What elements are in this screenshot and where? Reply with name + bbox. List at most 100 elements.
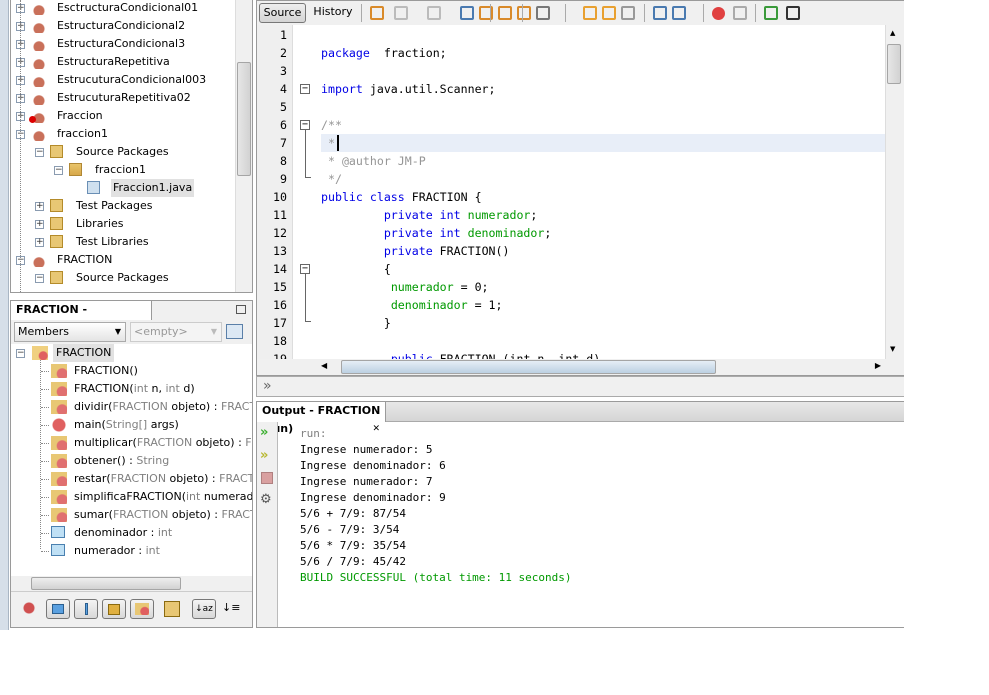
filter-static-button[interactable] <box>74 599 98 619</box>
projects-scrollbar[interactable] <box>235 0 252 292</box>
project-tree-item[interactable]: − Source Packages <box>11 143 235 161</box>
history-tab[interactable]: History <box>309 3 357 23</box>
navigator-member[interactable]: sumar(FRACTION objeto) : FRACTION <box>11 506 252 524</box>
back-icon[interactable] <box>370 6 384 20</box>
comment-icon[interactable] <box>764 6 778 20</box>
navigator-member[interactable]: simplificaFRACTION(int numerador, int <box>11 488 252 506</box>
navigator-hscrollbar[interactable] <box>11 576 252 591</box>
project-tree-item[interactable]: − Source Packages <box>11 269 235 287</box>
scroll-right-icon[interactable]: ▶ <box>875 361 881 370</box>
toggle-highlight-icon[interactable] <box>517 6 531 20</box>
editor-hscrollbar[interactable]: ◀ ▶ <box>321 359 885 375</box>
find-next-icon[interactable] <box>498 6 512 20</box>
code-line[interactable]: package fraction; <box>321 44 447 62</box>
expand-icon[interactable]: + <box>35 238 44 247</box>
project-tree-item[interactable]: + EstructuraRepetitiva <box>11 53 235 71</box>
scroll-left-icon[interactable]: ◀ <box>321 361 327 370</box>
breadcrumb-chevron-icon[interactable]: » <box>263 378 272 394</box>
expand-icon[interactable]: + <box>35 202 44 211</box>
filter-fields-button[interactable] <box>46 599 70 619</box>
navigator-member[interactable]: restar(FRACTION objeto) : FRACTION <box>11 470 252 488</box>
navigator-member[interactable]: numerador : int <box>11 542 252 560</box>
stop-macro-icon[interactable] <box>733 6 747 20</box>
navigator-member[interactable]: FRACTION() <box>11 362 252 380</box>
project-tree-item[interactable]: + Test Packages <box>11 197 235 215</box>
sort-source-icon[interactable]: ↓≡ <box>222 601 240 614</box>
find-icon[interactable] <box>460 6 474 20</box>
code-line[interactable]: denominador = 1; <box>321 296 503 314</box>
code-line[interactable]: private int denominador; <box>321 224 552 242</box>
navigator-member[interactable]: multiplicar(FRACTION objeto) : FRACTION <box>11 434 252 452</box>
scroll-up-icon[interactable]: ▲ <box>890 29 895 37</box>
collapse-icon[interactable]: − <box>16 349 25 358</box>
fold-toggle-icon[interactable]: − <box>300 264 310 274</box>
filter-inner-button[interactable] <box>130 599 154 619</box>
scroll-thumb[interactable] <box>887 44 901 84</box>
shift-left-icon[interactable] <box>653 6 667 20</box>
code-line[interactable]: public FRACTION (int n, int d) <box>321 350 600 359</box>
navigator-tab[interactable]: FRACTION - Navigator✕ <box>10 300 152 334</box>
next-bookmark-icon[interactable] <box>602 6 616 20</box>
project-tree-item[interactable]: + Fraccion <box>11 107 235 125</box>
uncomment-icon[interactable] <box>786 6 800 20</box>
toggle-rect-select-icon[interactable] <box>536 6 550 20</box>
scroll-thumb[interactable] <box>31 577 181 590</box>
output-tab[interactable]: Output - FRACTION (run)✕ <box>256 401 386 435</box>
collapse-icon[interactable]: − <box>35 274 44 283</box>
project-tree-item[interactable]: + EstrucuturaCondicional003 <box>11 71 235 89</box>
project-tree-item[interactable]: − fraccion1 <box>11 125 235 143</box>
code-line[interactable]: private int numerador; <box>321 206 538 224</box>
code-line[interactable]: public class FRACTION { <box>321 188 482 206</box>
prev-bookmark-icon[interactable] <box>583 6 597 20</box>
javadoc-icon[interactable] <box>226 324 243 339</box>
output-text[interactable]: run: Ingrese numerador: 5 Ingrese denomina… <box>257 426 897 626</box>
collapse-icon[interactable]: − <box>35 148 44 157</box>
next-edit-icon[interactable] <box>427 6 441 20</box>
code-line[interactable]: /** <box>321 116 342 134</box>
shift-right-icon[interactable] <box>672 6 686 20</box>
project-tree-item[interactable]: − FRACTION <box>11 251 235 269</box>
fold-toggle-icon[interactable]: − <box>300 84 310 94</box>
navigator-member[interactable]: denominador : int <box>11 524 252 542</box>
navigator-member[interactable]: dividir(FRACTION objeto) : FRACTION <box>11 398 252 416</box>
line-number: 19 <box>273 352 287 359</box>
fold-toggle-icon[interactable]: − <box>300 120 310 130</box>
scroll-thumb[interactable] <box>341 360 716 374</box>
collapse-icon[interactable]: − <box>54 166 63 175</box>
code-line[interactable]: import java.util.Scanner; <box>321 80 496 98</box>
code-line[interactable]: private FRACTION() <box>321 242 510 260</box>
toggle-bookmark-icon[interactable] <box>621 6 635 20</box>
navigator-member[interactable]: FRACTION(int n, int d) <box>11 380 252 398</box>
navigator-member[interactable]: obtener() : String <box>11 452 252 470</box>
sort-alpha-button[interactable]: ↓az <box>192 599 216 619</box>
project-tree-item[interactable]: + EsctructuraCondicional01 <box>11 0 235 17</box>
empty-combo[interactable]: <empty> ▼ <box>130 322 222 342</box>
members-combo[interactable]: Members ▼ <box>14 322 126 342</box>
fqn-icon[interactable] <box>164 601 180 617</box>
navigator-member[interactable]: main(String[] args) <box>11 416 252 434</box>
code-line[interactable]: } <box>321 314 391 332</box>
scroll-thumb[interactable] <box>237 62 251 176</box>
editor-vscrollbar[interactable]: ▲ ▼ <box>885 25 903 359</box>
code-line[interactable]: */ <box>321 170 342 188</box>
filter-nonpublic-button[interactable] <box>102 599 126 619</box>
start-macro-icon[interactable] <box>712 7 725 20</box>
inherited-members-icon[interactable] <box>21 601 37 615</box>
project-tree-item[interactable]: Fraccion1.java <box>11 179 235 197</box>
project-tree-item[interactable]: + Test Libraries <box>11 233 235 251</box>
source-tab[interactable]: Source <box>259 3 306 23</box>
project-tree-item[interactable]: + Libraries <box>11 215 235 233</box>
minimize-button[interactable] <box>236 305 246 314</box>
code-line[interactable]: { <box>321 260 391 278</box>
scroll-down-icon[interactable]: ▼ <box>890 345 895 353</box>
code-line[interactable]: numerador = 0; <box>321 278 489 296</box>
code-line[interactable]: * @author JM-P <box>321 152 426 170</box>
project-tree-item[interactable]: − fraccion1 <box>11 161 235 179</box>
project-tree-item[interactable]: + EstrucuturaRepetitiva02 <box>11 89 235 107</box>
method-icon <box>51 490 67 504</box>
project-tree-item[interactable]: + EstructuraCondicional2 <box>11 17 235 35</box>
project-tree-item[interactable]: + EstructuraCondicional3 <box>11 35 235 53</box>
prev-edit-icon[interactable] <box>394 6 408 20</box>
code-line[interactable]: * <box>321 134 335 152</box>
expand-icon[interactable]: + <box>35 220 44 229</box>
